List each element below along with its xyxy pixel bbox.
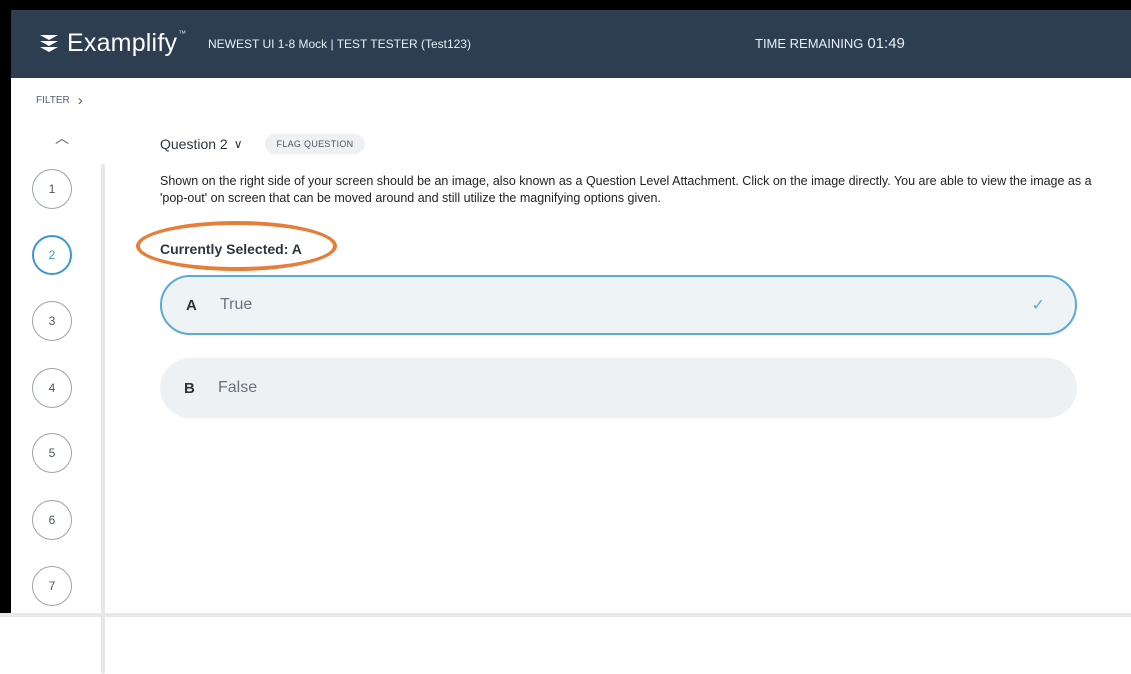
checkmark-icon: ✓ xyxy=(1031,297,1045,314)
answer-letter: B xyxy=(184,379,195,397)
screenshot-border-top xyxy=(0,0,1131,10)
flag-question-button[interactable]: FLAG QUESTION xyxy=(264,134,366,154)
timer-label: TIME REMAINING xyxy=(755,36,864,51)
chevron-down-icon: ∨ xyxy=(233,137,243,151)
chevron-right-icon: › xyxy=(77,92,83,109)
answer-text: False xyxy=(218,379,258,396)
filter-label: FILTER xyxy=(36,95,70,106)
question-navigator: FILTER › ︿ 1 2 3 4 5 6 7 xyxy=(11,78,107,674)
question-nav-2[interactable]: 2 xyxy=(32,235,72,275)
app-logo: Examplify ™ xyxy=(37,26,186,60)
question-nav-4[interactable]: 4 xyxy=(32,368,72,408)
examplify-logo-icon xyxy=(40,35,58,52)
chevron-up-icon[interactable]: ︿ xyxy=(55,128,69,148)
top-header-bar: Examplify ™ NEWEST UI 1-8 Mock | TEST TES… xyxy=(11,10,1131,78)
question-nav-3[interactable]: 3 xyxy=(32,301,72,341)
screenshot-border-left xyxy=(0,0,11,617)
question-selector-label: Question 2 xyxy=(160,136,228,152)
time-remaining: TIME REMAINING 01:49 xyxy=(755,35,905,52)
question-nav-7[interactable]: 7 xyxy=(32,566,72,606)
trademark-symbol: ™ xyxy=(178,28,187,38)
question-text: Shown on the right side of your screen s… xyxy=(160,174,1092,205)
filter-button[interactable]: FILTER › xyxy=(36,93,83,108)
answer-letter: A xyxy=(186,296,197,314)
question-header: Question 2 ∨ FLAG QUESTION xyxy=(160,134,366,154)
question-nav-1[interactable]: 1 xyxy=(32,169,72,209)
exam-title: NEWEST UI 1-8 Mock | TEST TESTER (Test12… xyxy=(208,37,471,51)
question-panel: Question 2 ∨ FLAG QUESTION Shown on the … xyxy=(107,78,1131,613)
answer-option-b[interactable]: B False xyxy=(160,358,1077,418)
answer-text: True xyxy=(220,296,253,313)
question-nav-6[interactable]: 6 xyxy=(32,500,72,540)
answer-option-a[interactable]: A True ✓ xyxy=(160,275,1077,335)
screenshot-border-bottom xyxy=(0,613,1131,617)
timer-value: 01:49 xyxy=(867,35,905,52)
scrollbar[interactable] xyxy=(101,164,105,674)
question-nav-5[interactable]: 5 xyxy=(32,433,72,473)
question-selector[interactable]: Question 2 ∨ xyxy=(160,136,243,152)
highlight-annotation-ellipse xyxy=(136,221,337,271)
brand-name: Examplify xyxy=(67,28,178,57)
